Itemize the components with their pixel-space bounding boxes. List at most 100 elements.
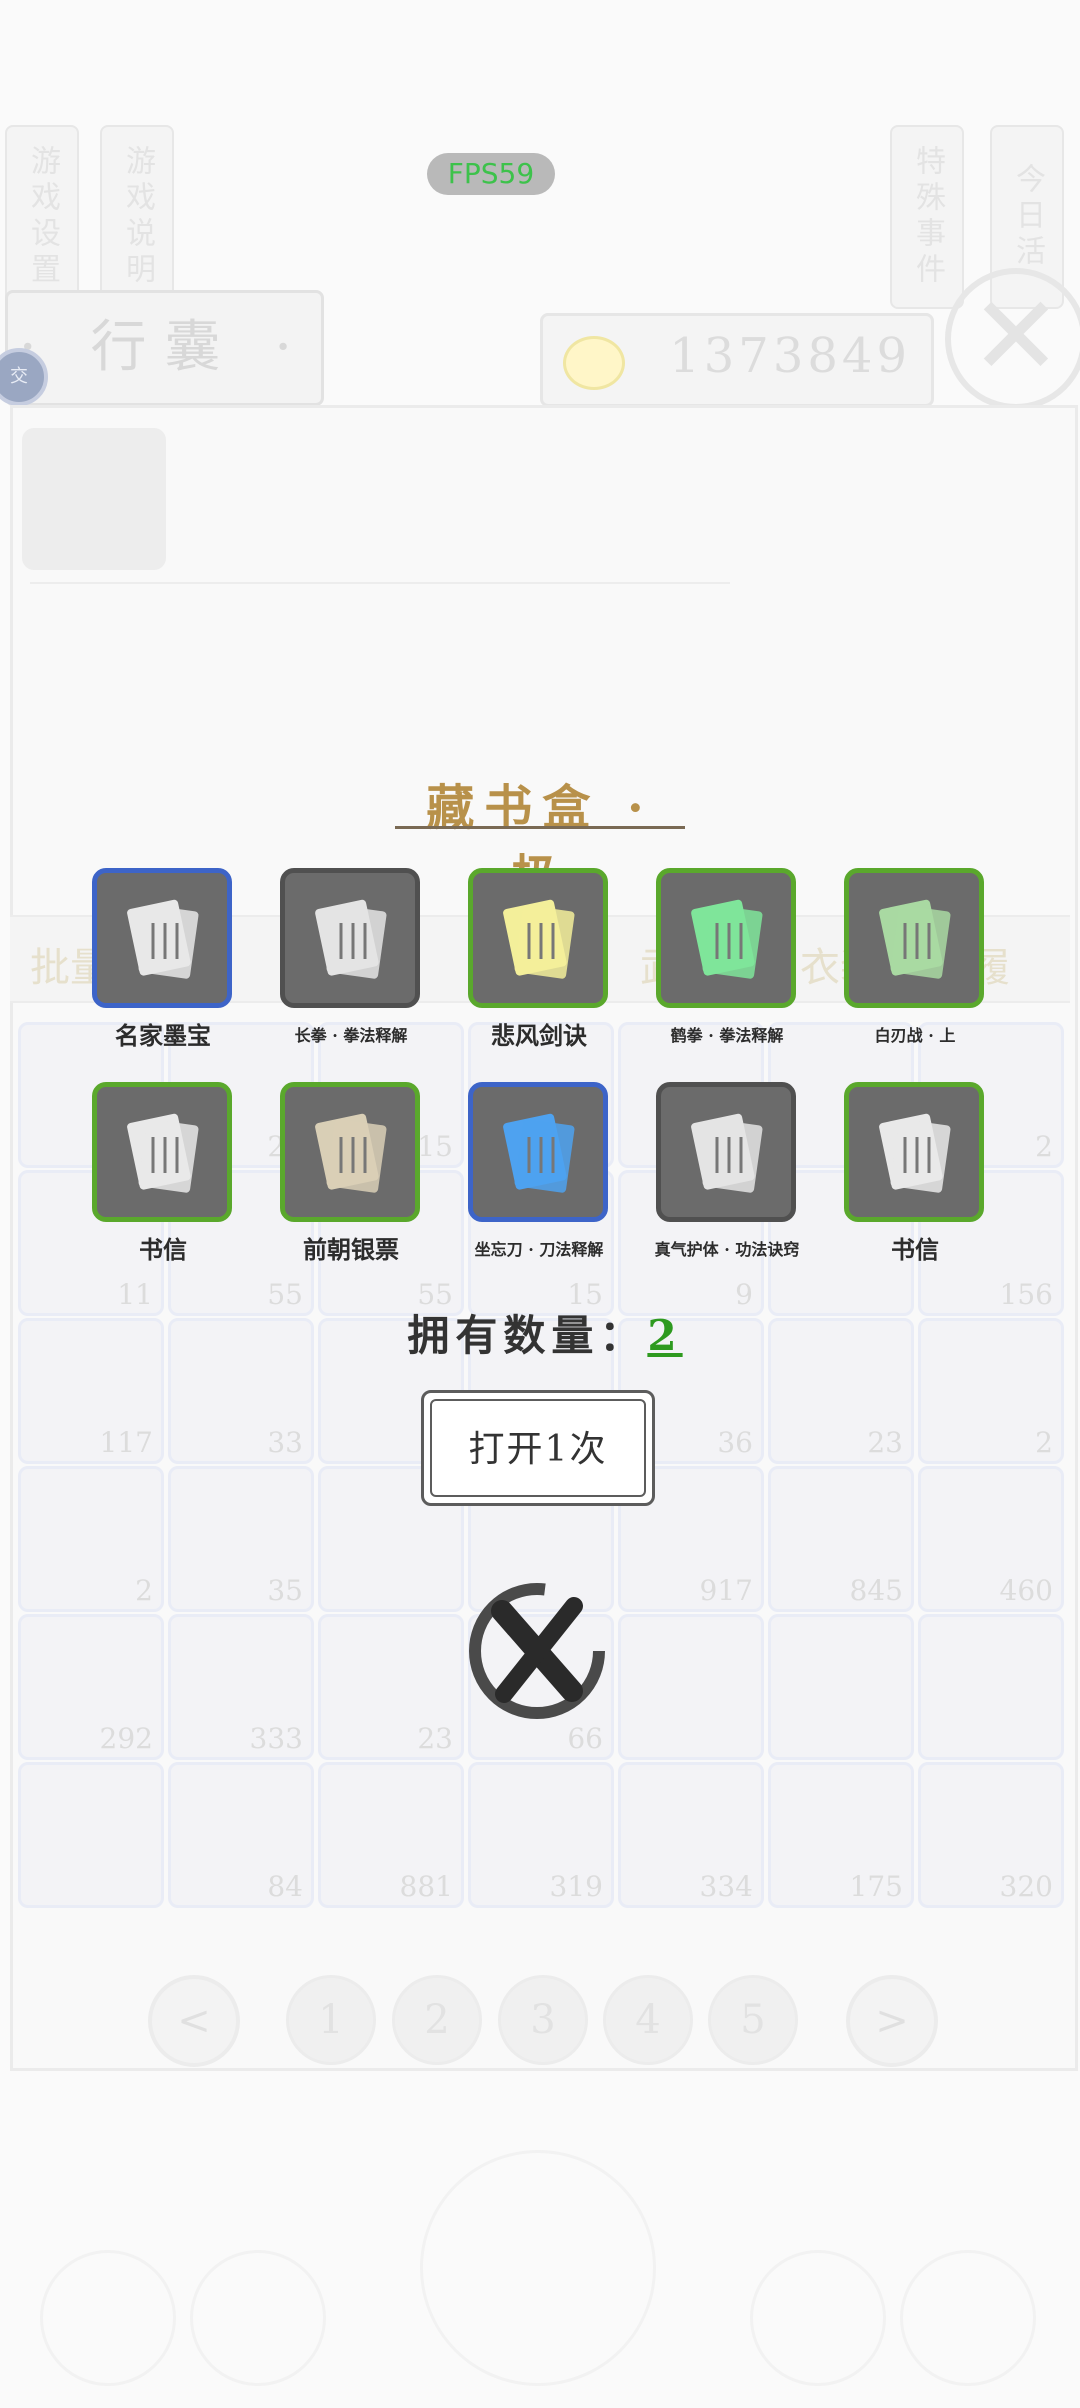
brush-close-icon[interactable] (462, 1576, 612, 1726)
side-tab-game-help[interactable]: 游戏说明 (100, 125, 174, 309)
reward-item[interactable]: 坐忘刀 · 刀法释解 (468, 1082, 610, 1259)
item-name: 悲风剑诀 (491, 1021, 587, 1050)
coin-counter: 1373849 (540, 313, 934, 407)
selected-item-thumb (22, 428, 166, 570)
cell-count: 117 (99, 1426, 153, 1459)
item-name: 前朝银票 (303, 1235, 399, 1264)
page-4[interactable]: 4 (603, 1975, 693, 2065)
cell-count: 11 (117, 1278, 153, 1311)
cell-count: 881 (399, 1870, 453, 1903)
inventory-cell[interactable]: 2 (918, 1318, 1064, 1464)
inventory-cell[interactable]: 84 (168, 1762, 314, 1908)
inventory-cell[interactable]: 881 (318, 1762, 464, 1908)
reward-item[interactable]: 名家墨宝 (92, 868, 234, 1050)
cell-count: 2 (1035, 1426, 1053, 1459)
page-5[interactable]: 5 (708, 1975, 798, 2065)
banknote-icon (307, 1107, 393, 1197)
item-name: 白刃战 · 上 (874, 1026, 956, 1045)
item-frame (280, 1082, 420, 1222)
cell-count: 23 (417, 1722, 453, 1755)
green-book-icon (871, 893, 957, 983)
bottom-left-icon (40, 2250, 176, 2386)
reward-item[interactable]: 前朝银票 (280, 1082, 422, 1264)
inventory-cell[interactable] (18, 1762, 164, 1908)
item-frame (468, 1082, 608, 1222)
inventory-cell[interactable]: 333 (168, 1614, 314, 1760)
item-frame (656, 868, 796, 1008)
cell-count: 333 (249, 1722, 303, 1755)
cell-count: 334 (699, 1870, 753, 1903)
inventory-cell[interactable]: 319 (468, 1762, 614, 1908)
inventory-cell[interactable]: 35 (168, 1466, 314, 1612)
bottom-action-icon (420, 2150, 656, 2386)
open-once-label: 打开1次 (430, 1399, 646, 1497)
inventory-cell[interactable]: 23 (318, 1614, 464, 1760)
reward-item[interactable]: 书信 (844, 1082, 986, 1264)
coin-value: 1373849 (669, 328, 911, 384)
item-frame (92, 1082, 232, 1222)
item-name: 坐忘刀 · 刀法释解 (474, 1240, 604, 1259)
reward-item[interactable]: 长拳 · 拳法释解 (280, 868, 422, 1045)
cell-count: 320 (999, 1870, 1053, 1903)
bag-title: · 行囊 · (5, 290, 324, 406)
inventory-cell[interactable] (918, 1614, 1064, 1760)
reward-item[interactable]: 白刃战 · 上 (844, 868, 986, 1045)
cell-count: 845 (849, 1574, 903, 1607)
side-tab-special-events[interactable]: 特殊事件 (890, 125, 964, 309)
cell-count: 36 (717, 1426, 753, 1459)
scroll-icon (119, 893, 205, 983)
blue-papers-icon (495, 1107, 581, 1197)
papers-icon (683, 1107, 769, 1197)
item-frame (280, 868, 420, 1008)
page-1[interactable]: 1 (286, 1975, 376, 2065)
cell-count: 35 (267, 1574, 303, 1607)
item-name: 名家墨宝 (115, 1021, 211, 1050)
bag-close-icon[interactable]: ✕ (945, 268, 1080, 410)
cell-count: 460 (999, 1574, 1053, 1607)
inventory-cell[interactable] (768, 1614, 914, 1760)
inventory-cell[interactable]: 2 (18, 1466, 164, 1612)
coin-icon (563, 336, 625, 390)
item-frame (656, 1082, 796, 1222)
cell-count: 84 (267, 1870, 303, 1903)
inventory-cell[interactable]: 845 (768, 1466, 914, 1612)
inventory-cell[interactable]: 23 (768, 1318, 914, 1464)
cell-count: 2 (135, 1574, 153, 1607)
papers-icon (307, 893, 393, 983)
cell-count: 15 (417, 1130, 453, 1163)
inventory-cell[interactable]: 334 (618, 1762, 764, 1908)
owned-value: 2 (647, 1311, 683, 1360)
inventory-cell[interactable]: 175 (768, 1762, 914, 1908)
inventory-cell[interactable]: 320 (918, 1762, 1064, 1908)
green-papers-icon (683, 893, 769, 983)
chevron-left-icon[interactable]: < (148, 1975, 240, 2067)
item-name: 书信 (891, 1235, 939, 1264)
side-tab-game-settings[interactable]: 游戏设置 (5, 125, 79, 309)
reward-item[interactable]: 书信 (92, 1082, 234, 1264)
bottom-left2-icon (190, 2250, 326, 2386)
cell-count: 319 (549, 1870, 603, 1903)
inventory-cell[interactable] (618, 1614, 764, 1760)
open-once-button[interactable]: 打开1次 (421, 1390, 655, 1506)
cell-count: 2 (1035, 1130, 1053, 1163)
fps-counter: FPS59 (427, 153, 555, 195)
inventory-cell[interactable]: 117 (18, 1318, 164, 1464)
cell-count: 9 (735, 1278, 753, 1311)
reward-item[interactable]: 悲风剑诀 (468, 868, 610, 1050)
inventory-cell[interactable]: 33 (168, 1318, 314, 1464)
bottom-right-icon (750, 2250, 886, 2386)
page-2[interactable]: 2 (392, 1975, 482, 2065)
inventory-cell[interactable]: 460 (918, 1466, 1064, 1612)
inventory-cell[interactable]: 292 (18, 1614, 164, 1760)
yellow-book-icon (495, 893, 581, 983)
item-frame (468, 868, 608, 1008)
chevron-right-icon[interactable]: > (846, 1975, 938, 2067)
cell-count: 23 (867, 1426, 903, 1459)
reward-item[interactable]: 鹤拳 · 拳法释解 (656, 868, 798, 1045)
title-underline (395, 826, 685, 829)
page-3[interactable]: 3 (498, 1975, 588, 2065)
cell-count: 55 (267, 1278, 303, 1311)
owned-label: 拥有数量： (407, 1311, 648, 1360)
reward-item[interactable]: 真气护体 · 功法诀窍 (655, 1082, 799, 1259)
cell-count: 917 (699, 1574, 753, 1607)
